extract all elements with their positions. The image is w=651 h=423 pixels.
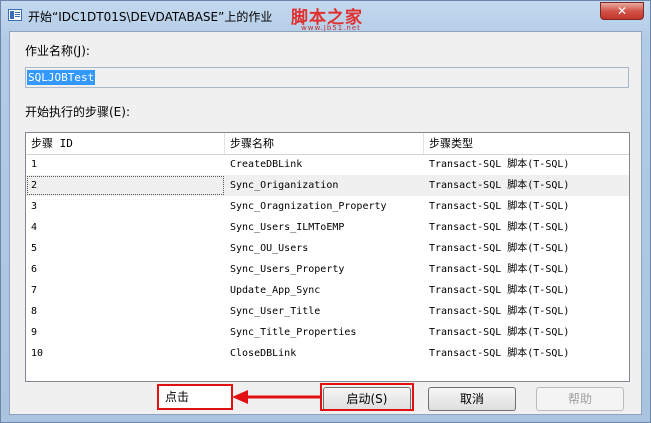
step-type-cell: Transact-SQL 脚本(T-SQL) — [429, 222, 570, 233]
table-row[interactable]: 5 Sync_OU_Users Transact-SQL 脚本(T-SQL) — [26, 238, 629, 259]
watermark: 脚本之家 www.Jb51.net — [291, 3, 363, 32]
step-id-cell: 1 — [31, 159, 38, 170]
step-name-cell: CloseDBLink — [230, 348, 297, 359]
step-id-cell: 9 — [31, 327, 38, 338]
cancel-button-label: 取消 — [459, 392, 484, 406]
job-name-label: 作业名称(J): — [25, 44, 90, 58]
job-window-icon — [8, 9, 22, 21]
step-name-cell: Sync_Origanization — [230, 180, 339, 191]
job-name-field[interactable]: SQLJOBTest — [25, 67, 629, 88]
step-type-cell: Transact-SQL 脚本(T-SQL) — [429, 348, 570, 359]
step-id-cell: 10 — [31, 348, 44, 359]
step-id-cell: 3 — [31, 201, 38, 212]
table-row[interactable]: 1 CreateDBLink Transact-SQL 脚本(T-SQL) — [26, 154, 629, 175]
dialog-window: 开始“IDC1DT01S\DEVDATABASE”上的作业 脚本之家 www.J… — [0, 0, 651, 423]
step-type-cell: Transact-SQL 脚本(T-SQL) — [429, 327, 570, 338]
step-id-cell: 4 — [31, 222, 38, 233]
click-annotation: 点击 — [157, 384, 233, 410]
window-title: 开始“IDC1DT01S\DEVDATABASE”上的作业 — [28, 10, 273, 24]
dialog-body: 作业名称(J): SQLJOBTest 开始执行的步骤(E): 步骤 ID 步骤… — [9, 31, 642, 415]
step-type-cell: Transact-SQL 脚本(T-SQL) — [429, 264, 570, 275]
step-name-cell: Sync_OU_Users — [230, 243, 309, 254]
step-name-cell: Update_App_Sync — [230, 285, 321, 296]
help-button-label: 帮助 — [567, 392, 592, 406]
table-row[interactable]: 4 Sync_Users_ILMToEMP Transact-SQL 脚本(T-SQ… — [26, 217, 629, 238]
list-header: 步骤 ID 步骤名称 步骤类型 — [26, 133, 629, 155]
steps-list[interactable]: 步骤 ID 步骤名称 步骤类型 1 CreateDBLink Transact-SQ… — [25, 132, 630, 382]
step-name-cell: Sync_Users_ILMToEMP — [230, 222, 345, 233]
table-row[interactable]: 9 Sync_Title_Properties Transact-SQL 脚本(T-… — [26, 322, 629, 343]
step-type-cell: Transact-SQL 脚本(T-SQL) — [429, 306, 570, 317]
close-icon: ✕ — [616, 4, 628, 18]
title-bar: 开始“IDC1DT01S\DEVDATABASE”上的作业 脚本之家 www.J… — [1, 1, 650, 32]
step-id-cell: 7 — [31, 285, 38, 296]
start-button-highlight — [320, 383, 414, 411]
close-button[interactable]: ✕ — [600, 2, 644, 20]
job-name-value: SQLJOBTest — [27, 70, 96, 85]
steps-label: 开始执行的步骤(E): — [25, 105, 130, 119]
table-row[interactable]: 7 Update_App_Sync Transact-SQL 脚本(T-SQL) — [26, 280, 629, 301]
step-id-cell: 5 — [31, 243, 38, 254]
column-header-step-id[interactable]: 步骤 ID — [26, 133, 225, 154]
annotation-arrow-icon — [232, 390, 322, 404]
step-name-cell: CreateDBLink — [230, 159, 303, 170]
step-name-cell: Sync_Title_Properties — [230, 327, 357, 338]
step-name-cell: Sync_User_Title — [230, 306, 321, 317]
step-type-cell: Transact-SQL 脚本(T-SQL) — [429, 243, 570, 254]
click-annotation-label: 点击 — [165, 390, 190, 404]
step-id-cell: 2 — [26, 175, 225, 196]
table-row[interactable]: 3 Sync_Oragnization_Property Transact-SQL … — [26, 196, 629, 217]
step-name-cell: Sync_Oragnization_Property — [230, 201, 387, 212]
table-row[interactable]: 10 CloseDBLink Transact-SQL 脚本(T-SQL) — [26, 343, 629, 364]
column-header-step-type[interactable]: 步骤类型 — [424, 133, 629, 154]
help-button[interactable]: 帮助 — [536, 387, 624, 411]
step-name-cell: Sync_Users_Property — [230, 264, 345, 275]
table-row[interactable]: 8 Sync_User_Title Transact-SQL 脚本(T-SQL) — [26, 301, 629, 322]
table-row[interactable]: 6 Sync_Users_Property Transact-SQL 脚本(T-SQ… — [26, 259, 629, 280]
step-type-cell: Transact-SQL 脚本(T-SQL) — [429, 180, 570, 191]
step-type-cell: Transact-SQL 脚本(T-SQL) — [429, 285, 570, 296]
step-id-cell: 6 — [31, 264, 38, 275]
step-type-cell: Transact-SQL 脚本(T-SQL) — [429, 159, 570, 170]
step-id-cell: 8 — [31, 306, 38, 317]
column-header-step-name[interactable]: 步骤名称 — [225, 133, 424, 154]
cancel-button[interactable]: 取消 — [428, 387, 516, 411]
step-type-cell: Transact-SQL 脚本(T-SQL) — [429, 201, 570, 212]
table-row[interactable]: 2 Sync_Origanization Transact-SQL 脚本(T-SQL… — [26, 175, 629, 196]
